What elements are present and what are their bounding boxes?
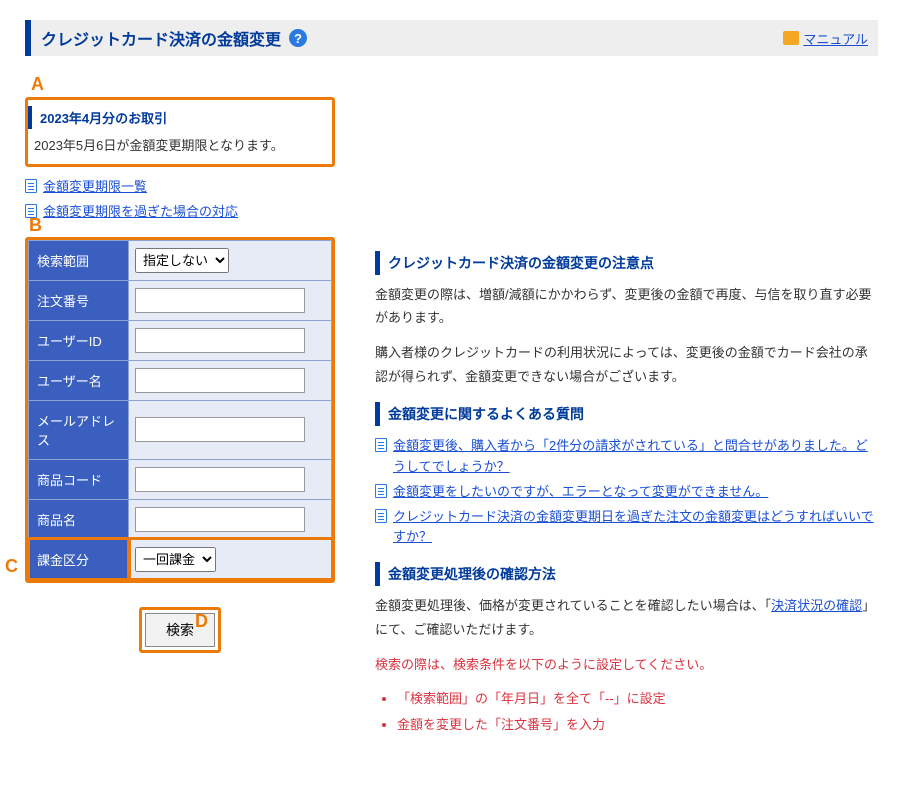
field-label: 商品コード [29,459,129,499]
field-label: 商品名 [29,499,129,539]
notice-heading: クレジットカード決済の金額変更の注意点 [375,251,878,275]
document-icon [375,438,387,452]
page-title-bar: クレジットカード決済の金額変更 ? マニュアル [25,20,878,56]
field-label: メールアドレス [29,400,129,459]
transaction-info: 2023年4月分のお取引 2023年5月6日が金額変更期限となります。 [28,100,332,164]
faq-link-2[interactable]: 金額変更をしたいのですが、エラーとなって変更ができません。 [393,482,768,503]
red-list-item: 金額を変更した「注文番号」を入力 [397,714,878,736]
user-id-input[interactable] [135,328,305,353]
callout-letter-a: A [31,74,878,95]
book-icon [783,31,799,45]
manual-link[interactable]: マニュアル [783,29,868,48]
list-item: 金額変更をしたいのですが、エラーとなって変更ができません。 [375,482,878,503]
faq-link-1[interactable]: 金額変更後、購入者から「2件分の請求がされている」と問合せがありました。どうして… [393,436,878,478]
table-row: 検索範囲 指定しない [29,240,332,280]
document-icon [375,509,387,523]
product-name-input[interactable] [135,507,305,532]
callout-box-c-row: 課金区分 一回課金 [29,539,332,579]
faq-link-3[interactable]: クレジットカード決済の金額変更期日を過ぎた注文の金額変更はどうすればいいですか？ [393,507,878,549]
callout-box-a: 2023年4月分のお取引 2023年5月6日が金額変更期限となります。 [25,97,335,167]
order-number-input[interactable] [135,288,305,313]
payment-status-link[interactable]: 決済状況の確認 [771,598,862,613]
list-item: 金額変更期限一覧 [25,177,878,198]
page-title-text: クレジットカード決済の金額変更 [41,26,281,50]
top-link-list: 金額変更期限一覧 金額変更期限を過ぎた場合の対応 [25,177,878,223]
field-label: ユーザーID [29,320,129,360]
deadline-list-link[interactable]: 金額変更期限一覧 [43,177,147,198]
table-row: メールアドレス [29,400,332,459]
confirm-heading: 金額変更処理後の確認方法 [375,562,878,586]
email-input[interactable] [135,417,305,442]
callout-letter-b: B [29,215,42,236]
faq-heading: 金額変更に関するよくある質問 [375,402,878,426]
list-item: クレジットカード決済の金額変更期日を過ぎた注文の金額変更はどうすればいいですか？ [375,507,878,549]
past-deadline-link[interactable]: 金額変更期限を過ぎた場合の対応 [43,202,238,223]
manual-link-label: マニュアル [803,29,868,48]
callout-box-b: 検索範囲 指定しない 注文番号 ユーザーID [25,237,335,583]
field-cell [129,360,332,400]
table-row: 商品名 [29,499,332,539]
confirm-body: 金額変更処理後、価格が変更されていることを確認したい場合は、「決済状況の確認」に… [375,594,878,641]
notice-body-1: 金額変更の際は、増額/減額にかかわらず、変更後の金額で再度、与信を取り直す必要が… [375,283,878,330]
callout-letter-d: D [195,611,208,632]
red-list-item: 「検索範囲」の「年月日」を全て「--」に設定 [397,688,878,710]
list-item: 金額変更期限を過ぎた場合の対応 [25,202,878,223]
red-intro: 検索の際は、検索条件を以下のように設定してください。 [375,653,878,676]
document-icon [25,179,37,193]
list-item: 金額変更後、購入者から「2件分の請求がされている」と問合せがありました。どうして… [375,436,878,478]
field-cell [129,459,332,499]
search-range-select[interactable]: 指定しない [135,248,229,273]
transaction-info-body: 2023年5月6日が金額変更期限となります。 [28,135,332,154]
red-list: 「検索範囲」の「年月日」を全て「--」に設定 金額を変更した「注文番号」を入力 [375,688,878,736]
help-icon[interactable]: ? [289,29,307,47]
field-cell [129,400,332,459]
confirm-body-pre: 金額変更処理後、価格が変更されていることを確認したい場合は、「 [375,598,771,613]
field-cell [129,499,332,539]
faq-list: 金額変更後、購入者から「2件分の請求がされている」と問合せがありました。どうして… [375,436,878,548]
page-title: クレジットカード決済の金額変更 ? [41,26,307,50]
billing-type-select[interactable]: 一回課金 [135,547,216,572]
callout-box-d: 検索 [139,607,221,653]
field-cell [129,320,332,360]
callout-letter-c: C [5,556,18,577]
field-label: 課金区分 [29,539,129,579]
field-cell: 指定しない [129,240,332,280]
table-row: ユーザー名 [29,360,332,400]
field-label: 検索範囲 [29,240,129,280]
field-label: ユーザー名 [29,360,129,400]
field-label: 注文番号 [29,280,129,320]
table-row: ユーザーID [29,320,332,360]
user-name-input[interactable] [135,368,305,393]
table-row: 注文番号 [29,280,332,320]
transaction-info-heading: 2023年4月分のお取引 [28,106,332,129]
document-icon [375,484,387,498]
notice-body-2: 購入者様のクレジットカードの利用状況によっては、変更後の金額でカード会社の承認が… [375,341,878,388]
table-row: 商品コード [29,459,332,499]
product-code-input[interactable] [135,467,305,492]
field-cell: 一回課金 [129,539,332,579]
search-form-table: 検索範囲 指定しない 注文番号 ユーザーID [28,240,332,580]
field-cell [129,280,332,320]
